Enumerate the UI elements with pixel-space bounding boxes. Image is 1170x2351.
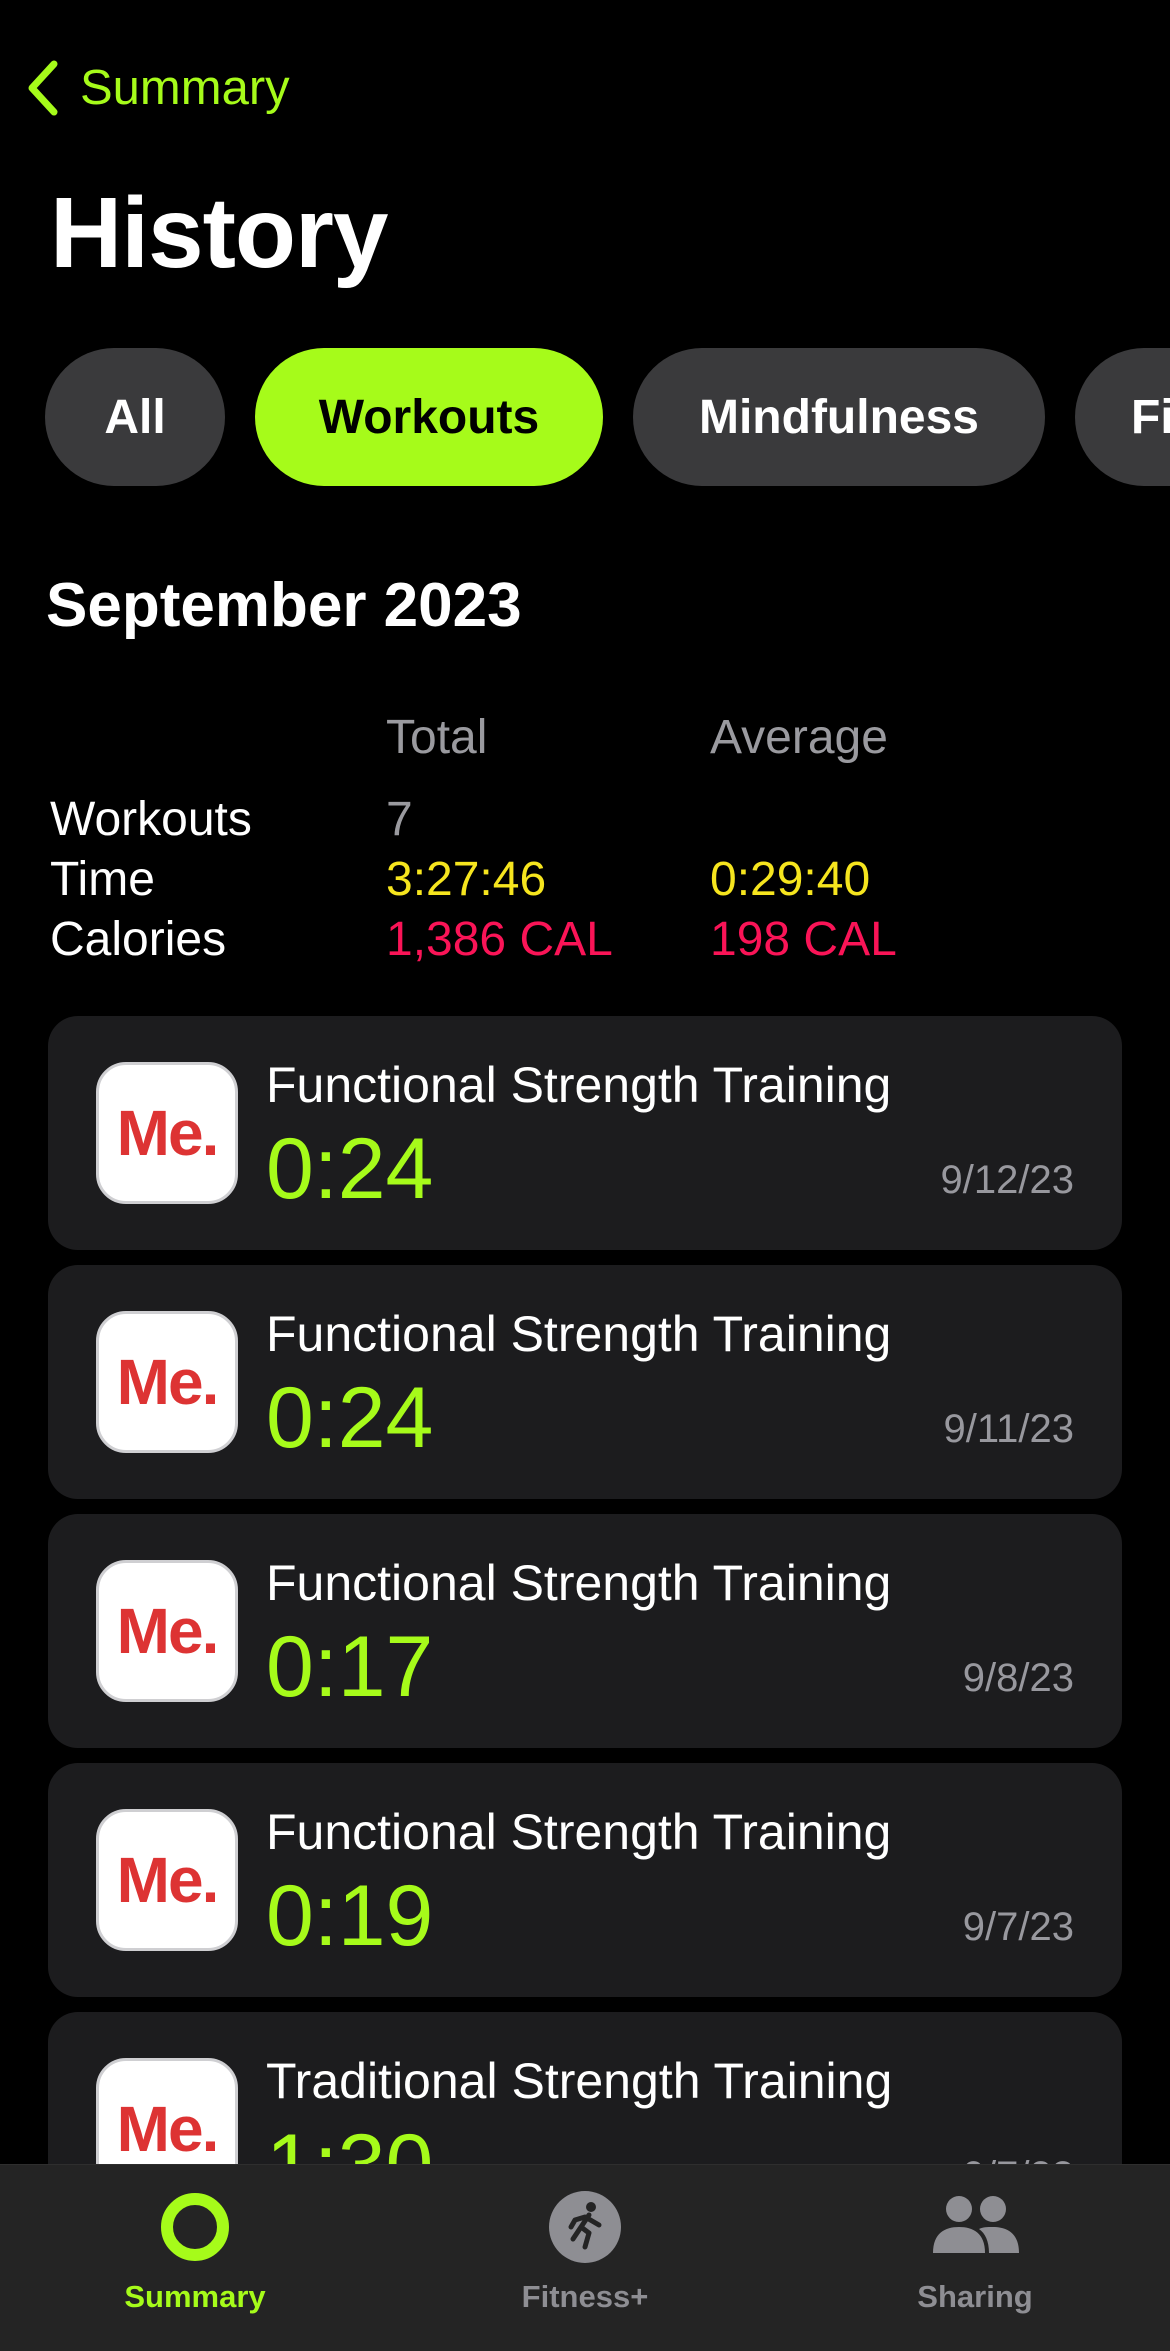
workout-date: 9/8/23: [962, 1656, 1074, 1700]
workout-card[interactable]: Me. Functional Strength Training 0:24 9/…: [48, 1265, 1122, 1499]
workout-duration: 0:17: [266, 1619, 434, 1715]
app-icon: Me.: [96, 1560, 238, 1702]
total-header: Total: [386, 711, 488, 764]
stat-total: 3:27:46: [386, 853, 547, 906]
workout-title: Functional Strength Training: [266, 1057, 892, 1113]
chevron-left-icon: [28, 60, 58, 116]
stat-label: Time: [50, 853, 155, 906]
running-figure-icon: [549, 2191, 621, 2263]
tab-fitness-plus[interactable]: Fitness+: [390, 2165, 780, 2351]
filter-chip-label: Mindfulness: [698, 390, 979, 444]
workout-list: Me. Functional Strength Training 0:24 9/…: [48, 1016, 1122, 2261]
workout-date: 9/12/23: [940, 1158, 1074, 1202]
filter-chip-label: All: [104, 390, 166, 444]
month-title: September 2023: [46, 571, 522, 640]
workout-title: Functional Strength Training: [266, 1555, 892, 1611]
filter-chip-fitness[interactable]: Fi: [1075, 348, 1170, 486]
workout-duration: 0:24: [266, 1121, 434, 1217]
filter-chips: All Workouts Mindfulness Fi: [45, 348, 1170, 486]
filter-chip-label: Fi: [1131, 390, 1170, 444]
tab-summary[interactable]: Summary: [0, 2165, 390, 2351]
app-icon: Me.: [96, 1062, 238, 1204]
tab-label: Summary: [124, 2279, 266, 2314]
tab-sharing[interactable]: Sharing: [780, 2165, 1170, 2351]
filter-chip-label: Workouts: [318, 390, 540, 444]
workout-card[interactable]: Me. Functional Strength Training 0:19 9/…: [48, 1763, 1122, 1997]
workout-title: Traditional Strength Training: [266, 2053, 893, 2109]
average-header: Average: [710, 711, 888, 764]
people-icon: [933, 2196, 1019, 2253]
stat-total: 1,386 CAL: [386, 913, 613, 966]
workout-title: Functional Strength Training: [266, 1306, 892, 1362]
workout-date: 9/11/23: [943, 1407, 1075, 1451]
back-button[interactable]: Summary: [26, 58, 290, 118]
tab-label: Sharing: [917, 2279, 1033, 2314]
activity-ring-icon: [161, 2193, 229, 2261]
back-label: Summary: [80, 61, 290, 115]
tab-label: Fitness+: [521, 2279, 649, 2314]
app-icon: Me.: [96, 1311, 238, 1453]
workout-duration: 0:19: [266, 1868, 434, 1964]
stat-label: Workouts: [50, 793, 252, 846]
filter-chip-mindfulness[interactable]: Mindfulness: [633, 348, 1045, 486]
app-icon: Me.: [96, 1809, 238, 1951]
tab-bar: Summary Fitness+ Sharing: [0, 2164, 1170, 2351]
workout-card[interactable]: Me. Functional Strength Training 0:24 9/…: [48, 1016, 1122, 1250]
workout-date: 9/7/23: [962, 1905, 1074, 1949]
stat-average: 198 CAL: [710, 913, 897, 966]
stat-label: Calories: [50, 913, 227, 966]
filter-chip-all[interactable]: All: [45, 348, 225, 486]
page-title: History: [50, 177, 389, 289]
filter-chip-workouts[interactable]: Workouts: [255, 348, 603, 486]
stat-average: 0:29:40: [710, 853, 871, 906]
workout-title: Functional Strength Training: [266, 1804, 892, 1860]
workout-duration: 0:24: [266, 1370, 434, 1466]
workout-card[interactable]: Me. Functional Strength Training 0:17 9/…: [48, 1514, 1122, 1748]
stat-total: 7: [386, 793, 413, 846]
